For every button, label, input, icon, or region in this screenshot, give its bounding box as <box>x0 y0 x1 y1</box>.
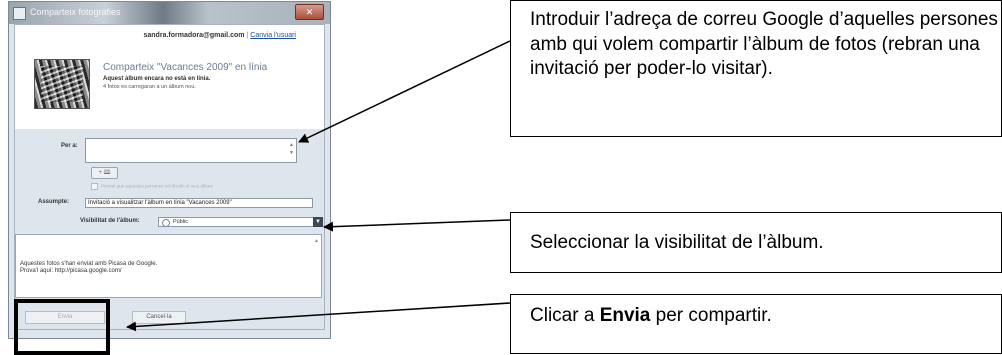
pointer-arrows <box>126 40 511 332</box>
arrow-to-visibility <box>323 219 511 232</box>
arrow-to-send <box>126 302 511 332</box>
arrow-to-email-field <box>298 40 511 143</box>
